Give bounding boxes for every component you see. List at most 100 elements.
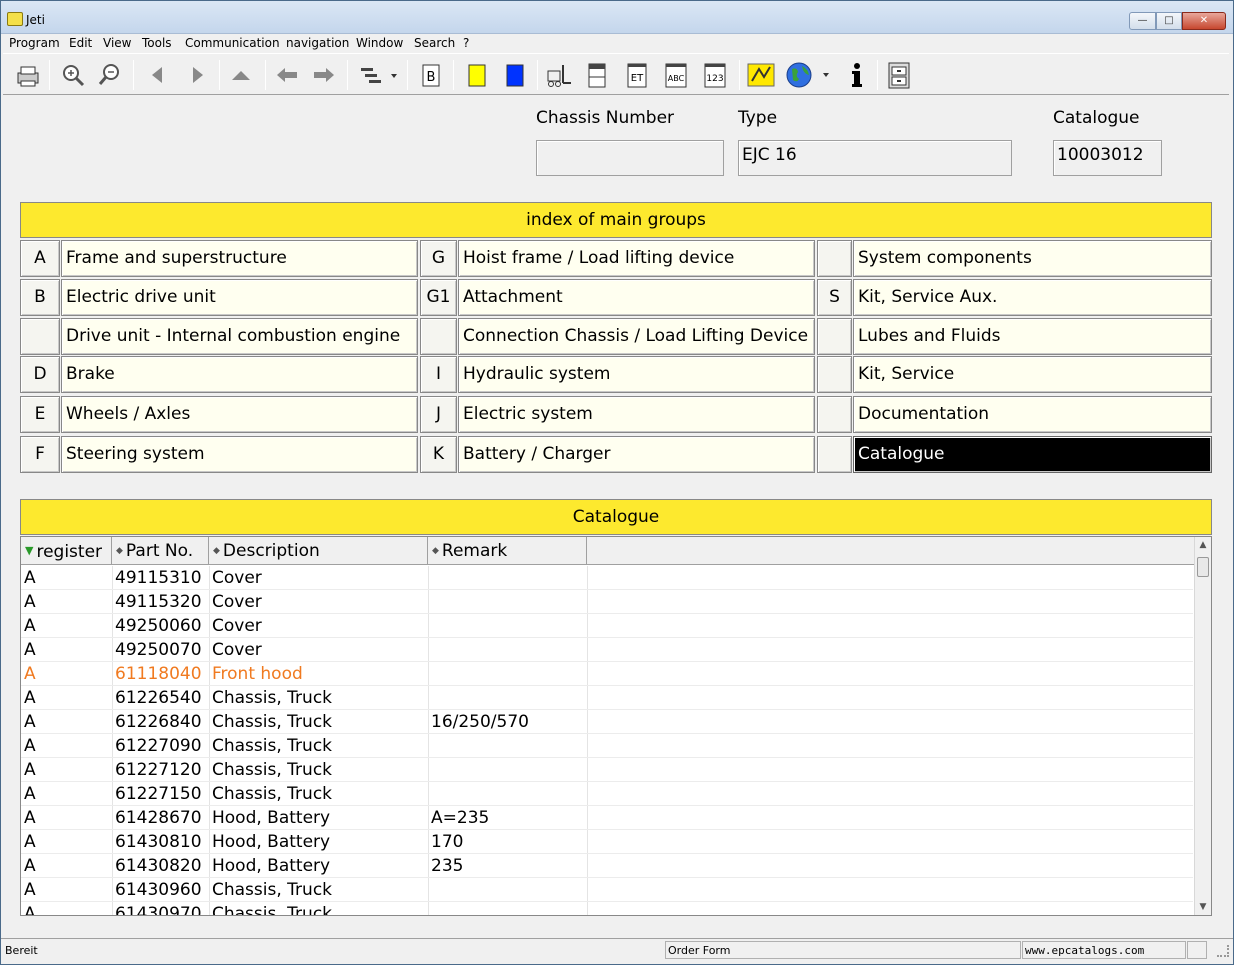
column-description[interactable]: ◆ Description <box>209 537 428 565</box>
table-row[interactable]: A 49115310 Cover <box>21 566 1193 590</box>
group-key[interactable]: F <box>20 436 60 473</box>
menu-navigation[interactable]: navigation <box>286 36 349 50</box>
group-key[interactable]: G <box>420 240 457 277</box>
type-field[interactable]: EJC 16 <box>738 140 1012 176</box>
group-item[interactable]: Hoist frame / Load lifting device <box>458 240 815 277</box>
table-row[interactable]: A 61430820 Hood, Battery 235 <box>21 854 1193 878</box>
table-row[interactable]: A 61430810 Hood, Battery 170 <box>21 830 1193 854</box>
jungheinrich-logo-icon[interactable] <box>745 59 777 91</box>
group-item[interactable]: Electric system <box>458 396 815 433</box>
forward-triangle-icon[interactable] <box>181 59 213 91</box>
group-key[interactable]: G1 <box>420 279 457 316</box>
up-triangle-icon[interactable] <box>225 59 257 91</box>
menu-edit[interactable]: Edit <box>69 36 92 50</box>
table-row[interactable]: A 61227120 Chassis, Truck <box>21 758 1193 782</box>
back-triangle-icon[interactable] <box>141 59 173 91</box>
menu-search[interactable]: Search <box>414 36 455 50</box>
column-remark[interactable]: ◆ Remark <box>428 537 587 565</box>
menu-window[interactable]: Window <box>356 36 403 50</box>
table-row[interactable]: A 49250060 Cover <box>21 614 1193 638</box>
cell-register: A <box>24 592 36 612</box>
group-item-selected[interactable]: Catalogue <box>853 436 1212 473</box>
group-key[interactable]: A <box>20 240 60 277</box>
table-row[interactable]: A 61430960 Chassis, Truck <box>21 878 1193 902</box>
group-item[interactable]: Attachment <box>458 279 815 316</box>
table-row[interactable]: A 49115320 Cover <box>21 590 1193 614</box>
table-row[interactable]: A 61227150 Chassis, Truck <box>21 782 1193 806</box>
123-document-icon[interactable]: 123 <box>699 59 731 91</box>
group-key[interactable]: D <box>20 356 60 393</box>
group-key[interactable]: J <box>420 396 457 433</box>
vertical-scrollbar[interactable]: ▲ ▼ <box>1194 537 1211 915</box>
group-item[interactable]: Kit, Service <box>853 356 1212 393</box>
info-icon[interactable] <box>841 59 873 91</box>
file-cabinet-icon[interactable] <box>883 59 915 91</box>
close-button[interactable]: ✕ <box>1182 12 1226 30</box>
title-bar: Jeti — □ ✕ <box>1 1 1233 34</box>
zoom-out-icon[interactable] <box>95 59 127 91</box>
back-arrow-icon[interactable] <box>271 59 303 91</box>
et-document-icon[interactable]: ET <box>621 59 653 91</box>
group-item[interactable]: Steering system <box>61 436 418 473</box>
group-key[interactable]: K <box>420 436 457 473</box>
group-item[interactable]: Connection Chassis / Load Lifting Device <box>458 318 815 355</box>
group-key[interactable] <box>817 356 852 393</box>
group-item[interactable]: Battery / Charger <box>458 436 815 473</box>
abc-document-icon[interactable]: ABC <box>660 59 692 91</box>
chassis-number-field[interactable] <box>536 140 724 176</box>
group-key[interactable] <box>20 318 60 355</box>
forward-arrow-icon[interactable] <box>308 59 340 91</box>
print-icon[interactable] <box>11 59 43 91</box>
group-key[interactable] <box>817 436 852 473</box>
group-item[interactable]: Electric drive unit <box>61 279 418 316</box>
group-key[interactable]: E <box>20 396 60 433</box>
menu-help[interactable]: ? <box>463 36 469 50</box>
forklift-icon[interactable] <box>543 59 575 91</box>
zoom-in-icon[interactable] <box>57 59 89 91</box>
group-key[interactable] <box>817 318 852 355</box>
group-item[interactable]: Brake <box>61 356 418 393</box>
maximize-button[interactable]: □ <box>1156 12 1182 30</box>
resize-grip-icon[interactable] <box>1217 945 1229 957</box>
column-register[interactable]: ▼ register <box>21 537 112 565</box>
table-row[interactable]: A 61227090 Chassis, Truck <box>21 734 1193 758</box>
table-row[interactable]: A 61430970 Chassis, Truck <box>21 902 1193 915</box>
table-row[interactable]: A 61226840 Chassis, Truck 16/250/570 <box>21 710 1193 734</box>
cell-description: Chassis, Truck <box>212 880 333 900</box>
scroll-up-icon[interactable]: ▲ <box>1195 537 1211 553</box>
group-key[interactable]: B <box>20 279 60 316</box>
table-row[interactable]: A 61428670 Hood, Battery A=235 <box>21 806 1193 830</box>
group-item[interactable]: Documentation <box>853 396 1212 433</box>
group-item[interactable]: System components <box>853 240 1212 277</box>
cabinet-icon[interactable] <box>581 59 613 91</box>
blue-square-icon[interactable] <box>499 59 531 91</box>
group-item[interactable]: Lubes and Fluids <box>853 318 1212 355</box>
minimize-button[interactable]: — <box>1129 12 1156 30</box>
group-item[interactable]: Drive unit - Internal combustion engine <box>61 318 418 355</box>
menu-communication[interactable]: Communication <box>185 36 280 50</box>
menu-view[interactable]: View <box>103 36 131 50</box>
menu-program[interactable]: Program <box>9 36 60 50</box>
cell-description: Chassis, Truck <box>212 784 333 804</box>
group-item[interactable]: Hydraulic system <box>458 356 815 393</box>
table-row[interactable]: A 61118040 Front hood <box>21 662 1193 686</box>
scroll-down-icon[interactable]: ▼ <box>1195 899 1211 915</box>
group-key[interactable]: S <box>817 279 852 316</box>
group-key[interactable] <box>420 318 457 355</box>
group-key[interactable]: I <box>420 356 457 393</box>
group-item[interactable]: Kit, Service Aux. <box>853 279 1212 316</box>
yellow-square-icon[interactable] <box>461 59 493 91</box>
group-item[interactable]: Frame and superstructure <box>61 240 418 277</box>
group-key[interactable] <box>817 396 852 433</box>
scroll-thumb[interactable] <box>1197 557 1209 577</box>
menu-tools[interactable]: Tools <box>142 36 172 50</box>
group-key[interactable] <box>817 240 852 277</box>
table-row[interactable]: A 61226540 Chassis, Truck <box>21 686 1193 710</box>
group-item[interactable]: Wheels / Axles <box>61 396 418 433</box>
document-b-icon[interactable]: B <box>415 59 447 91</box>
column-part-no[interactable]: ◆ Part No. <box>112 537 209 565</box>
globe-icon[interactable] <box>783 59 831 91</box>
table-row[interactable]: A 49250070 Cover <box>21 638 1193 662</box>
catalogue-field[interactable]: 10003012 <box>1053 140 1162 176</box>
tree-dropdown-icon[interactable] <box>355 59 401 91</box>
